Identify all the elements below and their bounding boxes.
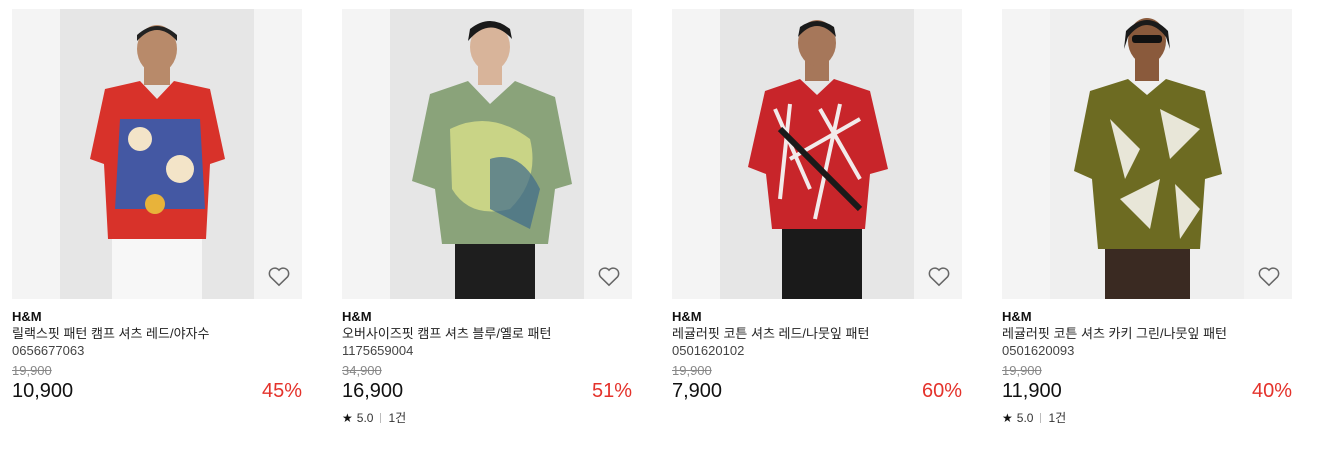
product-card[interactable]: H&M 릴랙스핏 패턴 캠프 셔츠 레드/야자수 0656677063 19,9…	[12, 9, 302, 404]
sale-price: 7,900	[672, 380, 723, 402]
brand-name[interactable]: H&M	[12, 309, 302, 325]
product-name[interactable]: 오버사이즈핏 캠프 셔츠 블루/옐로 패턴	[342, 325, 632, 342]
rating: ★ 5.0 1건	[1002, 410, 1292, 426]
model-photo	[748, 20, 888, 299]
original-price: 19,900	[1002, 363, 1042, 378]
model-photo	[90, 25, 225, 299]
rating-score: 5.0	[356, 411, 374, 425]
price-row: 11,900 40%	[1002, 378, 1292, 404]
sale-price: 11,900	[1002, 380, 1062, 402]
product-card[interactable]: H&M 레귤러핏 코튼 셔츠 카키 그린/나뭇잎 패턴 0501620093 1…	[1002, 9, 1292, 426]
brand-name[interactable]: H&M	[342, 309, 632, 325]
original-price: 34,900	[342, 363, 382, 378]
product-grid: H&M 릴랙스핏 패턴 캠프 셔츠 레드/야자수 0656677063 19,9…	[0, 0, 1319, 449]
heart-outline-icon[interactable]	[1256, 263, 1282, 289]
product-code: 0656677063	[12, 343, 85, 358]
discount-rate: 45%	[261, 380, 302, 402]
product-name[interactable]: 레귤러핏 코튼 셔츠 레드/나뭇잎 패턴	[672, 325, 962, 342]
review-count[interactable]: 1건	[1048, 410, 1066, 426]
review-count[interactable]: 1건	[388, 410, 406, 426]
heart-outline-icon[interactable]	[266, 263, 292, 289]
product-image[interactable]	[1002, 9, 1292, 299]
product-card[interactable]: H&M 오버사이즈핏 캠프 셔츠 블루/옐로 패턴 1175659004 34,…	[342, 9, 632, 426]
discount-rate: 60%	[921, 380, 962, 402]
product-name[interactable]: 릴랙스핏 패턴 캠프 셔츠 레드/야자수	[12, 325, 302, 342]
price-row: 10,900 45%	[12, 378, 302, 404]
product-code: 1175659004	[342, 343, 414, 358]
model-photo	[1074, 18, 1222, 299]
model-photo	[412, 21, 572, 299]
price-row: 16,900 51%	[342, 378, 632, 404]
heart-outline-icon[interactable]	[926, 263, 952, 289]
model-photo-backdrop	[720, 9, 914, 299]
model-photo-backdrop	[390, 9, 584, 299]
model-photo-backdrop	[60, 9, 254, 299]
star-icon: ★	[1002, 411, 1013, 425]
product-name[interactable]: 레귤러핏 코튼 셔츠 카키 그린/나뭇잎 패턴	[1002, 325, 1292, 342]
product-image[interactable]	[672, 9, 962, 299]
brand-name[interactable]: H&M	[672, 309, 962, 325]
model-photo-backdrop	[1050, 9, 1244, 299]
original-price: 19,900	[12, 363, 52, 378]
discount-rate: 40%	[1251, 380, 1292, 402]
divider	[380, 413, 382, 423]
rating-score: 5.0	[1016, 411, 1034, 425]
original-price: 19,900	[672, 363, 712, 378]
sale-price: 10,900	[12, 380, 74, 402]
rating: ★ 5.0 1건	[342, 410, 632, 426]
sale-price: 16,900	[342, 380, 404, 402]
brand-name[interactable]: H&M	[1002, 309, 1292, 325]
product-code: 0501620093	[1002, 343, 1075, 358]
discount-rate: 51%	[591, 380, 632, 402]
product-image[interactable]	[342, 9, 632, 299]
price-row: 7,900 60%	[672, 378, 962, 404]
product-code: 0501620102	[672, 343, 745, 358]
star-icon: ★	[342, 411, 353, 425]
heart-outline-icon[interactable]	[596, 263, 622, 289]
divider	[1040, 413, 1042, 423]
product-image[interactable]	[12, 9, 302, 299]
product-card[interactable]: H&M 레귤러핏 코튼 셔츠 레드/나뭇잎 패턴 0501620102 19,9…	[672, 9, 962, 404]
